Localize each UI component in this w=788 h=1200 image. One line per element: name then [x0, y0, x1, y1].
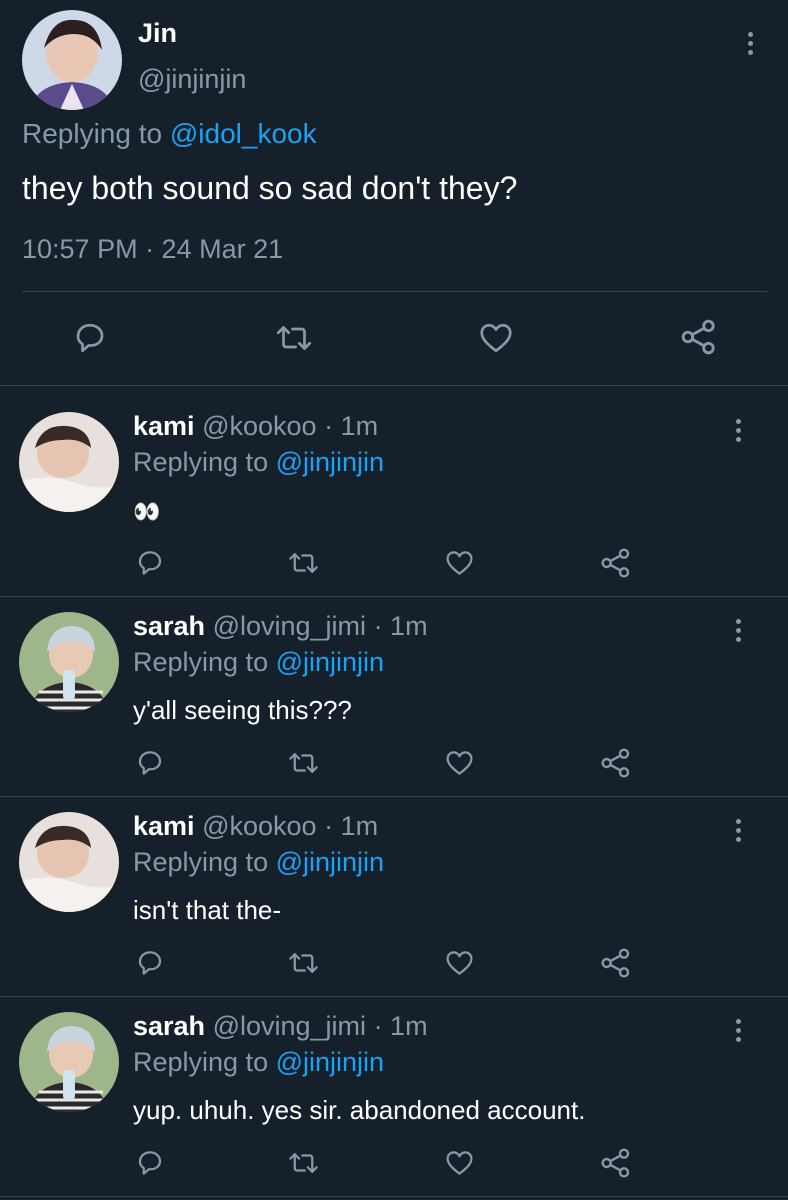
heart-icon	[446, 751, 473, 775]
user-handle[interactable]: @loving_jimi	[213, 1011, 366, 1041]
retweet-button[interactable]	[287, 948, 320, 978]
reply-icon	[138, 551, 162, 575]
avatar[interactable]	[19, 1012, 119, 1112]
share-icon	[681, 319, 715, 355]
display-name[interactable]: kami	[133, 411, 195, 441]
heart-icon	[480, 323, 512, 353]
replying-to-link[interactable]: @jinjinjin	[276, 447, 384, 477]
reply-icon	[76, 323, 104, 353]
replying-to-link[interactable]: @jinjinjin	[276, 647, 384, 677]
avatar[interactable]	[19, 612, 119, 712]
tweet-text: isn't that the-	[133, 895, 282, 925]
replying-to: Replying to @jinjinjin	[133, 1047, 384, 1078]
more-vertical-icon[interactable]	[732, 1019, 744, 1046]
share-button[interactable]	[600, 1147, 632, 1179]
avatar[interactable]	[19, 812, 119, 912]
replying-label: Replying to	[133, 847, 269, 877]
retweet-icon	[289, 553, 318, 573]
display-name[interactable]: sarah	[133, 1011, 205, 1041]
tweet-timestamp[interactable]: 10:57 PM · 24 Mar 21	[22, 234, 283, 265]
reply-button[interactable]	[135, 1148, 165, 1178]
reply-icon	[138, 951, 162, 975]
tweet-text: 👀	[133, 499, 161, 524]
reply-header: sarah @loving_jimi · 1m	[133, 1011, 428, 1042]
reply-tweet[interactable]: sarah @loving_jimi · 1m Replying to @jin…	[0, 597, 788, 797]
reply-icon	[138, 1151, 162, 1175]
user-handle[interactable]: @loving_jimi	[213, 611, 366, 641]
tweet-time[interactable]: · 1m	[374, 1011, 428, 1041]
reply-header: sarah @loving_jimi · 1m	[133, 611, 428, 642]
more-vertical-icon[interactable]	[732, 619, 744, 646]
like-button[interactable]	[444, 948, 475, 978]
replying-to: Replying to @jinjinjin	[133, 447, 384, 478]
tweet-time[interactable]: · 1m	[324, 811, 378, 841]
like-button[interactable]	[477, 320, 515, 356]
tweet-text: y'all seeing this???	[133, 695, 352, 725]
tweet-time[interactable]: · 1m	[324, 411, 378, 441]
replying-to: Replying to @idol_kook	[22, 118, 317, 150]
display-name[interactable]: Jin	[138, 18, 177, 49]
share-icon	[601, 1148, 630, 1178]
retweet-icon	[289, 1153, 318, 1173]
reply-tweet[interactable]: kami @kookoo · 1m Replying to @jinjinjin…	[0, 797, 788, 997]
replying-label: Replying to	[133, 1047, 269, 1077]
heart-icon	[446, 951, 473, 975]
replying-to: Replying to @jinjinjin	[133, 647, 384, 678]
like-button[interactable]	[444, 1148, 475, 1178]
reply-button[interactable]	[135, 948, 165, 978]
replying-label: Replying to	[133, 647, 269, 677]
tweet-text: yup. uhuh. yes sir. abandoned account.	[133, 1095, 586, 1125]
display-name[interactable]: sarah	[133, 611, 205, 641]
more-vertical-icon[interactable]	[744, 32, 756, 59]
heart-icon	[446, 1151, 473, 1175]
user-handle[interactable]: @kookoo	[202, 411, 316, 441]
share-icon	[601, 948, 630, 978]
retweet-button[interactable]	[287, 548, 320, 578]
share-button[interactable]	[600, 547, 632, 579]
reply-header: kami @kookoo · 1m	[133, 411, 378, 442]
more-vertical-icon[interactable]	[732, 419, 744, 446]
replying-label: Replying to	[133, 447, 269, 477]
share-button[interactable]	[600, 747, 632, 779]
share-icon	[601, 748, 630, 778]
reply-header: kami @kookoo · 1m	[133, 811, 378, 842]
avatar[interactable]	[19, 412, 119, 512]
like-button[interactable]	[444, 548, 475, 578]
reply-tweet[interactable]: kami @kookoo · 1m Replying to @jinjinjin…	[0, 397, 788, 597]
replying-label: Replying to	[22, 118, 163, 149]
retweet-icon	[289, 753, 318, 773]
heart-icon	[446, 551, 473, 575]
user-handle[interactable]: @kookoo	[202, 811, 316, 841]
share-icon	[601, 548, 630, 578]
retweet-button[interactable]	[287, 1148, 320, 1178]
replying-to-link[interactable]: @jinjinjin	[276, 1047, 384, 1077]
replying-to-link[interactable]: @idol_kook	[170, 118, 317, 149]
replying-to: Replying to @jinjinjin	[133, 847, 384, 878]
retweet-button[interactable]	[287, 748, 320, 778]
user-handle[interactable]: @jinjinjin	[138, 64, 246, 95]
share-button[interactable]	[680, 318, 718, 356]
display-name[interactable]: kami	[133, 811, 195, 841]
avatar[interactable]	[22, 10, 122, 110]
reply-tweet[interactable]: sarah @loving_jimi · 1m Replying to @jin…	[0, 997, 788, 1197]
main-tweet: Jin @jinjinjin Replying to @idol_kook th…	[0, 0, 788, 386]
divider	[22, 291, 767, 292]
replying-to-link[interactable]: @jinjinjin	[276, 847, 384, 877]
reply-button[interactable]	[135, 748, 165, 778]
retweet-icon	[289, 953, 318, 973]
retweet-button[interactable]	[274, 320, 314, 356]
reply-button[interactable]	[135, 548, 165, 578]
like-button[interactable]	[444, 748, 475, 778]
tweet-text: they both sound so sad don't they?	[22, 170, 518, 206]
reply-icon	[138, 751, 162, 775]
more-vertical-icon[interactable]	[732, 819, 744, 846]
retweet-icon	[276, 326, 312, 350]
reply-button[interactable]	[72, 320, 108, 356]
share-button[interactable]	[600, 947, 632, 979]
tweet-time[interactable]: · 1m	[374, 611, 428, 641]
